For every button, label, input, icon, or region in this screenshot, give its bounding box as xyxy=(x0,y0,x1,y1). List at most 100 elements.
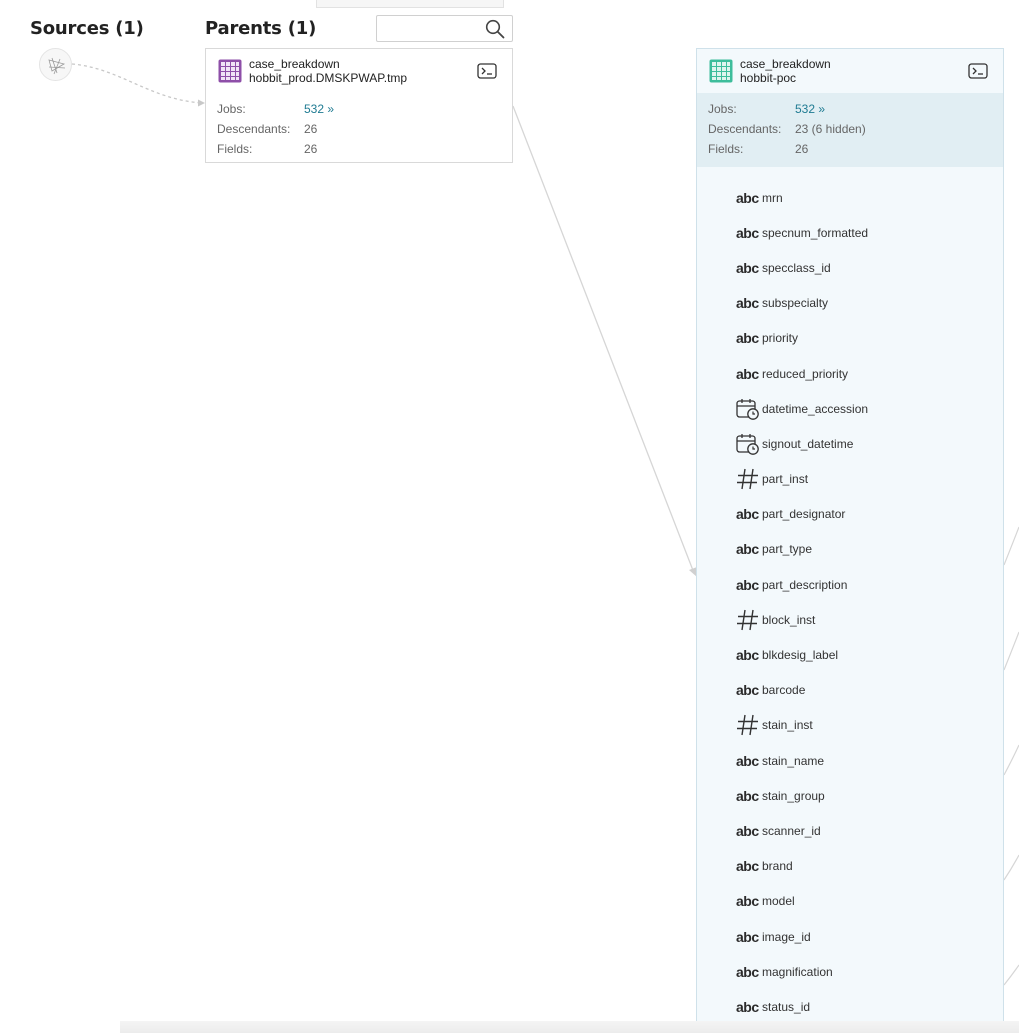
dataset-stats: Jobs: 532 » Descendants: 23 (6 hidden) F… xyxy=(697,93,1003,167)
bottom-edge xyxy=(120,1021,1019,1033)
table-grid-icon xyxy=(709,59,733,83)
field-row[interactable]: abc model xyxy=(697,884,1003,919)
string-type-icon: abc xyxy=(736,928,759,945)
string-type-icon: abc xyxy=(736,787,759,804)
source-edge-arrow xyxy=(198,99,205,107)
jobs-link[interactable]: 532 » xyxy=(304,102,334,116)
field-row[interactable]: abc priority xyxy=(697,321,1003,356)
field-row[interactable]: abc part_designator xyxy=(697,497,1003,532)
field-name: status_id xyxy=(762,999,811,1014)
field-row[interactable]: abc mrn xyxy=(697,180,1003,215)
string-type-icon: abc xyxy=(736,541,759,558)
field-name: brand xyxy=(762,859,793,874)
source-node[interactable] xyxy=(39,48,72,81)
field-name: part_description xyxy=(762,577,848,592)
field-name: reduced_priority xyxy=(762,366,849,381)
field-row[interactable]: abc part_type xyxy=(697,532,1003,567)
field-row[interactable]: part_inst xyxy=(697,462,1003,497)
terminal-icon[interactable] xyxy=(968,63,988,79)
field-row[interactable]: abc stain_name xyxy=(697,743,1003,778)
string-type-icon: abc xyxy=(736,330,759,347)
field-row[interactable]: abc subspecialty xyxy=(697,286,1003,321)
stat-descendants: Descendants: 23 (6 hidden) xyxy=(708,122,866,136)
field-row[interactable]: abc specnum_formatted xyxy=(697,215,1003,250)
field-name: scanner_id xyxy=(762,823,821,838)
field-row[interactable]: abc scanner_id xyxy=(697,813,1003,848)
descendant-edge xyxy=(1003,854,1019,881)
field-row[interactable]: abc blkdesig_label xyxy=(697,637,1003,672)
field-name: image_id xyxy=(762,929,811,944)
jobs-link[interactable]: 532 » xyxy=(795,102,825,116)
string-type-icon: abc xyxy=(736,893,759,910)
string-type-icon: abc xyxy=(736,189,759,206)
field-row[interactable]: abc brand xyxy=(697,849,1003,884)
string-type-icon: abc xyxy=(736,647,759,664)
stat-jobs: Jobs: 532 » xyxy=(708,102,826,116)
search-box[interactable] xyxy=(376,15,513,42)
field-list: abc mrn abc specnum_formatted abc specclass_i… xyxy=(697,167,1003,1025)
string-type-icon: abc xyxy=(736,365,759,382)
parents-title: Parents (1) xyxy=(205,18,317,39)
field-name: part_designator xyxy=(762,507,846,522)
string-type-icon: abc xyxy=(736,295,759,312)
field-name: part_type xyxy=(762,542,813,557)
field-row[interactable]: abc status_id xyxy=(697,989,1003,1024)
string-type-icon: abc xyxy=(736,963,759,980)
field-name: signout_datetime xyxy=(762,436,854,451)
descendant-edge xyxy=(1003,744,1019,776)
sources-title: Sources (1) xyxy=(30,18,144,39)
field-row[interactable]: abc magnification xyxy=(697,954,1003,989)
field-name: stain_name xyxy=(762,753,825,768)
field-row[interactable]: abc stain_group xyxy=(697,778,1003,813)
source-to-parent-edge xyxy=(71,63,204,104)
stat-jobs: Jobs: 532 » xyxy=(217,102,335,116)
field-row[interactable]: signout_datetime xyxy=(697,426,1003,461)
field-name: subspecialty xyxy=(762,296,829,311)
string-type-icon: abc xyxy=(736,224,759,241)
field-row[interactable]: abc specclass_id xyxy=(697,250,1003,285)
search-input[interactable] xyxy=(383,16,483,41)
field-name: part_inst xyxy=(762,472,809,487)
field-name: priority xyxy=(762,331,799,346)
string-type-icon: abc xyxy=(736,682,759,699)
dataset-name: case_breakdown xyxy=(249,57,340,71)
number-type-icon xyxy=(736,608,762,632)
search-icon[interactable] xyxy=(485,19,505,39)
field-row[interactable]: block_inst xyxy=(697,602,1003,637)
parent-to-selected-edge xyxy=(512,105,695,574)
field-name: magnification xyxy=(762,964,833,979)
string-type-icon: abc xyxy=(736,822,759,839)
datetime-type-icon xyxy=(736,433,762,455)
string-type-icon: abc xyxy=(736,259,759,276)
table-grid-icon xyxy=(218,59,242,83)
string-type-icon: abc xyxy=(736,858,759,875)
collapsed-header-stub xyxy=(316,0,504,8)
dataset-name: case_breakdown xyxy=(740,57,831,71)
field-row[interactable]: abc barcode xyxy=(697,673,1003,708)
field-row[interactable]: abc reduced_priority xyxy=(697,356,1003,391)
field-name: stain_inst xyxy=(762,718,813,733)
descendant-edge xyxy=(1003,631,1019,671)
descendant-edge xyxy=(1003,964,1019,986)
string-type-icon: abc xyxy=(736,576,759,593)
dataset-stats: Jobs: 532 » Descendants: 26 Fields: 26 xyxy=(206,93,512,167)
field-name: mrn xyxy=(762,190,783,205)
parent-dataset-card[interactable]: case_breakdown hobbit_prod.DMSKPWAP.tmp … xyxy=(205,48,513,163)
field-row[interactable]: stain_inst xyxy=(697,708,1003,743)
field-name: barcode xyxy=(762,683,806,698)
dataset-namespace: hobbit_prod.DMSKPWAP.tmp xyxy=(249,71,408,85)
string-type-icon: abc xyxy=(736,752,759,769)
stat-fields: Fields: 26 xyxy=(708,142,809,156)
field-name: block_inst xyxy=(762,612,816,627)
field-row[interactable]: abc image_id xyxy=(697,919,1003,954)
field-name: model xyxy=(762,894,795,909)
number-type-icon xyxy=(736,467,762,491)
field-name: specclass_id xyxy=(762,260,831,275)
field-row[interactable]: abc part_description xyxy=(697,567,1003,602)
stat-fields: Fields: 26 xyxy=(217,142,318,156)
selected-dataset-card[interactable]: case_breakdown hobbit-poc Jobs: 532 » De… xyxy=(696,48,1004,1033)
dataset-namespace: hobbit-poc xyxy=(740,71,797,85)
terminal-icon[interactable] xyxy=(477,63,497,79)
field-row[interactable]: datetime_accession xyxy=(697,391,1003,426)
field-name: blkdesig_label xyxy=(762,648,839,663)
